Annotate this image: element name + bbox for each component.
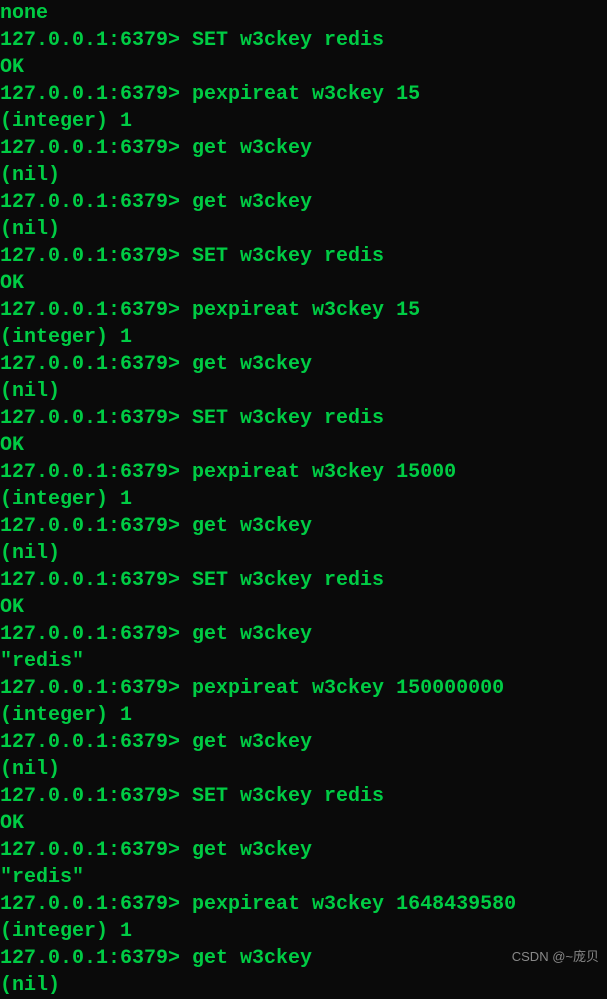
terminal-line: 127.0.0.1:6379> get w3ckey [0, 837, 607, 864]
terminal-line: OK [0, 810, 607, 837]
terminal-line: (nil) [0, 162, 607, 189]
terminal-line: 127.0.0.1:6379> get w3ckey [0, 621, 607, 648]
terminal-line: 127.0.0.1:6379> pexpireat w3ckey 1648439… [0, 891, 607, 918]
terminal-line: 127.0.0.1:6379> pexpireat w3ckey 15000 [0, 459, 607, 486]
terminal-line: 127.0.0.1:6379> SET w3ckey redis [0, 27, 607, 54]
terminal-line: 127.0.0.1:6379> SET w3ckey redis [0, 567, 607, 594]
terminal-line: (integer) 1 [0, 108, 607, 135]
terminal-line: 127.0.0.1:6379> get w3ckey [0, 513, 607, 540]
terminal-line: "redis" [0, 864, 607, 891]
terminal-line: 127.0.0.1:6379> get w3ckey [0, 135, 607, 162]
terminal-line: 127.0.0.1:6379> pexpireat w3ckey 15 [0, 297, 607, 324]
terminal-line: none [0, 0, 607, 27]
watermark-text: CSDN @~庞贝 [512, 948, 599, 966]
terminal-line: 127.0.0.1:6379> get w3ckey [0, 351, 607, 378]
terminal-line: (integer) 1 [0, 702, 607, 729]
terminal-line: 127.0.0.1:6379> pexpireat w3ckey 15 [0, 81, 607, 108]
terminal-line: (nil) [0, 540, 607, 567]
terminal-line: OK [0, 594, 607, 621]
terminal-line: (nil) [0, 972, 607, 999]
terminal-line: 127.0.0.1:6379> pexpireat w3ckey 1500000… [0, 675, 607, 702]
terminal-line: 127.0.0.1:6379> SET w3ckey redis [0, 783, 607, 810]
terminal-line: (nil) [0, 378, 607, 405]
terminal-line: OK [0, 432, 607, 459]
terminal-line: 127.0.0.1:6379> get w3ckey [0, 189, 607, 216]
terminal-line: (nil) [0, 216, 607, 243]
terminal-line: (integer) 1 [0, 324, 607, 351]
terminal-line: OK [0, 270, 607, 297]
terminal-line: 127.0.0.1:6379> SET w3ckey redis [0, 243, 607, 270]
terminal-line: (integer) 1 [0, 486, 607, 513]
terminal-line: 127.0.0.1:6379> SET w3ckey redis [0, 405, 607, 432]
terminal-line: (nil) [0, 756, 607, 783]
terminal-line: OK [0, 54, 607, 81]
terminal-line: "redis" [0, 648, 607, 675]
terminal-line: (integer) 1 [0, 918, 607, 945]
terminal-output[interactable]: none 127.0.0.1:6379> SET w3ckey redis OK… [0, 0, 607, 999]
terminal-line: 127.0.0.1:6379> get w3ckey [0, 729, 607, 756]
